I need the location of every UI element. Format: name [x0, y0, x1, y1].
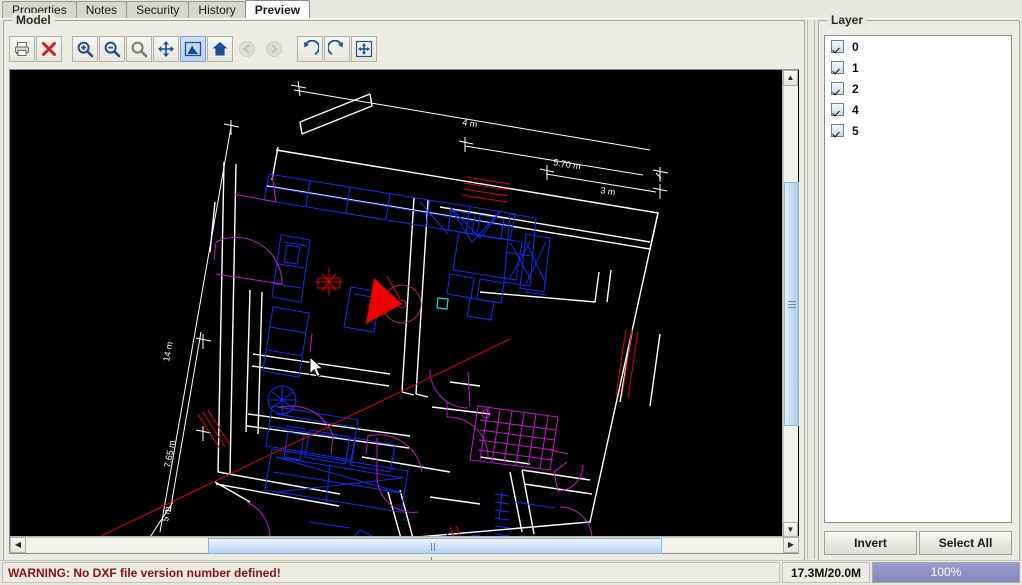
zoom-in-icon [76, 40, 94, 58]
zoom-out-icon [103, 40, 121, 58]
layer-checkbox[interactable] [831, 61, 844, 74]
delete-icon [40, 40, 58, 58]
layer-checkbox[interactable] [831, 103, 844, 116]
move-button[interactable] [351, 36, 377, 62]
home-button[interactable] [207, 36, 233, 62]
layer-panel: Layer 0 1 2 4 5 Invert Select All [818, 13, 1020, 561]
forward-arrow-button [261, 36, 287, 62]
rotate-right-button[interactable] [324, 36, 350, 62]
scroll-left-button[interactable]: ◀ [10, 537, 26, 553]
vertical-scrollbar[interactable]: ▲ ▼ [782, 70, 799, 538]
select-all-button[interactable]: Select All [919, 531, 1012, 555]
vertical-scroll-thumb[interactable] [784, 181, 799, 427]
layer-row[interactable]: 5 [825, 120, 1011, 141]
progress-bar-label: 100% [930, 565, 962, 579]
panel-divider[interactable] [806, 20, 816, 559]
zoom-icon [130, 40, 148, 58]
dxf-preview-window: Properties Notes Security History Preview Mo… [0, 0, 1022, 585]
vertical-scroll-track[interactable] [783, 86, 799, 522]
zoom-button[interactable] [126, 36, 152, 62]
pan-icon [184, 40, 202, 58]
layer-label: 4 [852, 102, 859, 117]
tab-history[interactable]: History [188, 1, 246, 19]
model-toolbar [9, 35, 378, 63]
back-arrow-button [234, 36, 260, 62]
layer-row[interactable]: 4 [825, 99, 1011, 120]
layer-checkbox[interactable] [831, 124, 844, 137]
layer-panel-title: Layer [827, 13, 868, 27]
pan-button[interactable] [180, 36, 206, 62]
scroll-up-button[interactable]: ▲ [783, 70, 798, 86]
tab-underline [0, 18, 1022, 19]
fit-to-window-icon [157, 40, 175, 58]
layer-label: 1 [852, 60, 859, 75]
drawing-viewport[interactable]: 4 m 5.70 m 3 m 14 m 7.65 m 5 m ▲ ▼ ◀ ▶ [9, 69, 799, 565]
model-panel: Model 4 m 5.70 m 3 m 14 m 7.65 m 5 m ▲ ▼… [3, 13, 805, 565]
cad-drawing: 4 m 5.70 m 3 m 14 m 7.65 m 5 m [10, 70, 799, 538]
forward-arrow-icon [265, 40, 283, 58]
print-button[interactable] [9, 36, 35, 62]
toolbar-separator [288, 36, 297, 62]
rotate-left-icon [301, 40, 319, 58]
tab-preview[interactable]: Preview [244, 0, 311, 19]
layer-actions: Invert Select All [824, 531, 1012, 555]
zoom-out-button[interactable] [99, 36, 125, 62]
model-panel-title: Model [12, 13, 55, 27]
home-icon [211, 40, 229, 58]
rotate-right-icon [328, 40, 346, 58]
toolbar-separator [63, 36, 72, 62]
zoom-in-button[interactable] [72, 36, 98, 62]
layer-label: 2 [852, 81, 859, 96]
rotate-left-button[interactable] [297, 36, 323, 62]
tab-notes[interactable]: Notes [75, 1, 128, 19]
fit-to-window-button[interactable] [153, 36, 179, 62]
scroll-grip-icon [788, 300, 796, 308]
horizontal-scroll-track[interactable] [26, 537, 783, 565]
layer-label: 5 [852, 123, 859, 138]
progress-bar: 100% [872, 562, 1020, 583]
layer-list[interactable]: 0 1 2 4 5 [824, 35, 1012, 523]
invert-button[interactable]: Invert [824, 531, 917, 555]
memory-indicator[interactable]: 17.3M/20.0M [782, 562, 870, 583]
tab-strip: Properties Notes Security History Preview [0, 0, 1022, 19]
layer-label: 0 [852, 39, 859, 54]
back-arrow-icon [238, 40, 256, 58]
tab-security[interactable]: Security [126, 1, 190, 19]
print-icon [13, 40, 31, 58]
cad-canvas[interactable]: 4 m 5.70 m 3 m 14 m 7.65 m 5 m [10, 70, 799, 538]
layer-row[interactable]: 1 [825, 57, 1011, 78]
status-bar: WARNING: No DXF file version number defi… [0, 560, 1022, 585]
move-icon [355, 40, 373, 58]
horizontal-scrollbar[interactable]: ◀ ▶ [10, 536, 799, 565]
status-message: WARNING: No DXF file version number defi… [2, 562, 780, 583]
layer-checkbox[interactable] [831, 82, 844, 95]
horizontal-scroll-thumb[interactable] [207, 538, 662, 565]
layer-row[interactable]: 0 [825, 36, 1011, 57]
scroll-grip-icon [430, 543, 438, 565]
delete-button[interactable] [36, 36, 62, 62]
scroll-right-button[interactable]: ▶ [783, 537, 799, 553]
layer-row[interactable]: 2 [825, 78, 1011, 99]
layer-checkbox[interactable] [831, 40, 844, 53]
